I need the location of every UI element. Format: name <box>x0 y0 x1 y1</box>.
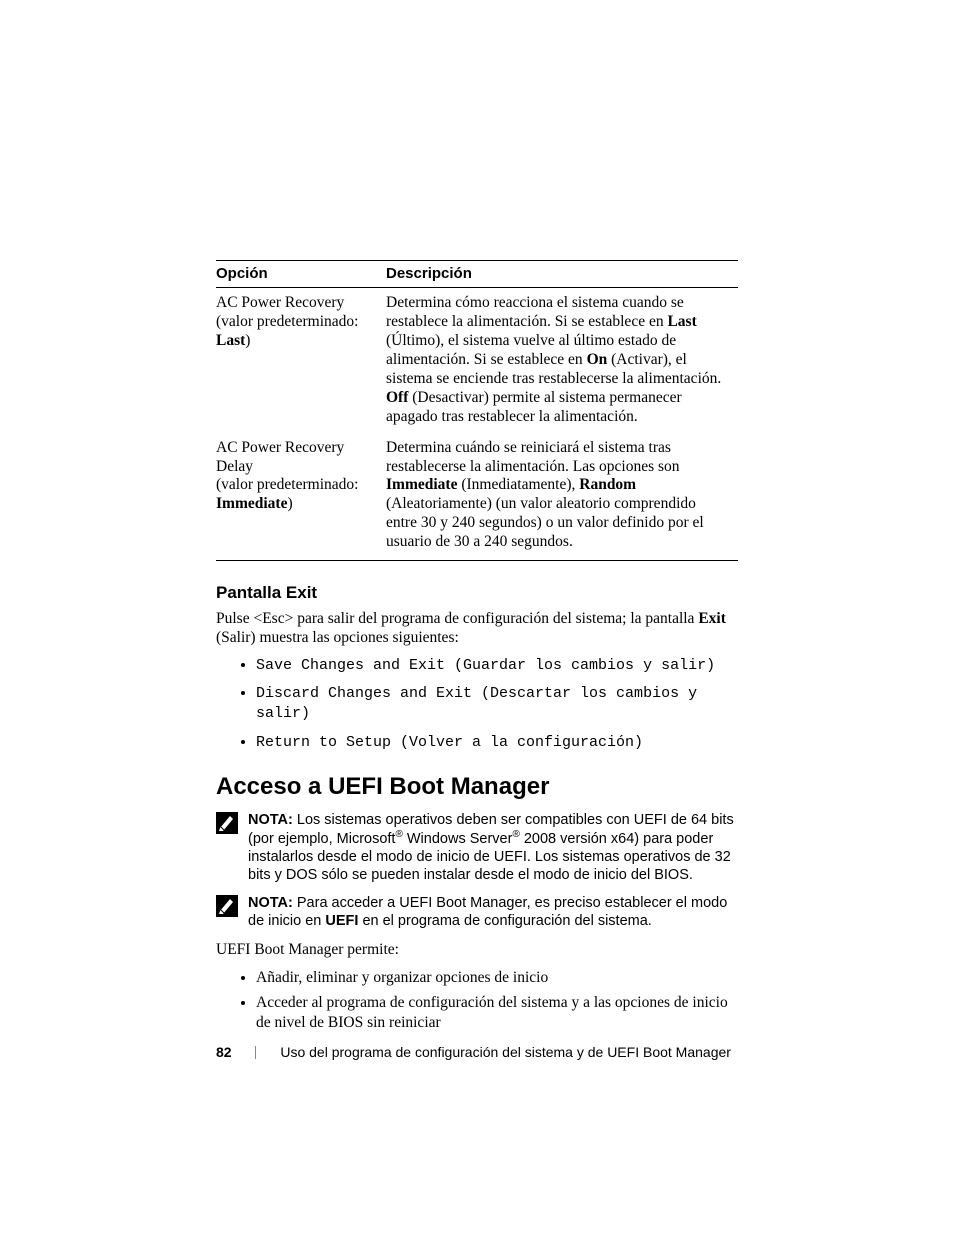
exit-options-list: Save Changes and Exit (Guardar los cambi… <box>216 656 738 753</box>
col-header-description: Descripción <box>386 261 738 288</box>
list-item: Save Changes and Exit (Guardar los cambi… <box>256 656 738 676</box>
uefi-bullet-list: Añadir, eliminar y organizar opciones de… <box>216 968 738 1032</box>
note-icon <box>216 812 238 834</box>
description-cell: Determina cómo reacciona el sistema cuan… <box>386 288 738 433</box>
options-table: Opción Descripción AC Power Recovery(val… <box>216 260 738 561</box>
exit-paragraph: Pulse <Esc> para salir del programa de c… <box>216 609 738 648</box>
col-header-option: Opción <box>216 261 386 288</box>
uefi-intro: UEFI Boot Manager permite: <box>216 940 738 959</box>
document-page: Opción Descripción AC Power Recovery(val… <box>0 0 954 1235</box>
table-row: AC Power Recovery(valor predeterminado:L… <box>216 288 738 433</box>
option-cell: AC Power Recovery Delay(valor predetermi… <box>216 433 386 561</box>
nota-block-1: NOTA: Los sistemas operativos deben ser … <box>216 811 738 884</box>
footer-divider <box>255 1046 256 1059</box>
exit-heading: Pantalla Exit <box>216 583 738 603</box>
nota-text: NOTA: Para acceder a UEFI Boot Manager, … <box>248 894 738 930</box>
nota-label: NOTA: <box>248 812 293 828</box>
description-cell: Determina cuándo se reiniciará el sistem… <box>386 433 738 561</box>
list-item: Discard Changes and Exit (Descartar los … <box>256 684 738 725</box>
option-cell: AC Power Recovery(valor predeterminado:L… <box>216 288 386 433</box>
nota-body: Para acceder a UEFI Boot Manager, es pre… <box>248 895 727 929</box>
list-item: Acceder al programa de configuración del… <box>256 993 738 1032</box>
nota-label: NOTA: <box>248 895 293 911</box>
table-row: AC Power Recovery Delay(valor predetermi… <box>216 433 738 561</box>
uefi-section-title: Acceso a UEFI Boot Manager <box>216 773 738 801</box>
nota-text: NOTA: Los sistemas operativos deben ser … <box>248 811 738 884</box>
list-item: Añadir, eliminar y organizar opciones de… <box>256 968 738 987</box>
list-item: Return to Setup (Volver a la configuraci… <box>256 733 738 753</box>
nota-body: Los sistemas operativos deben ser compat… <box>248 812 734 883</box>
note-icon <box>216 895 238 917</box>
nota-block-2: NOTA: Para acceder a UEFI Boot Manager, … <box>216 894 738 930</box>
page-footer: 82 Uso del programa de configuración del… <box>216 1044 738 1060</box>
page-number: 82 <box>216 1044 232 1060</box>
footer-text: Uso del programa de configuración del si… <box>280 1044 731 1060</box>
